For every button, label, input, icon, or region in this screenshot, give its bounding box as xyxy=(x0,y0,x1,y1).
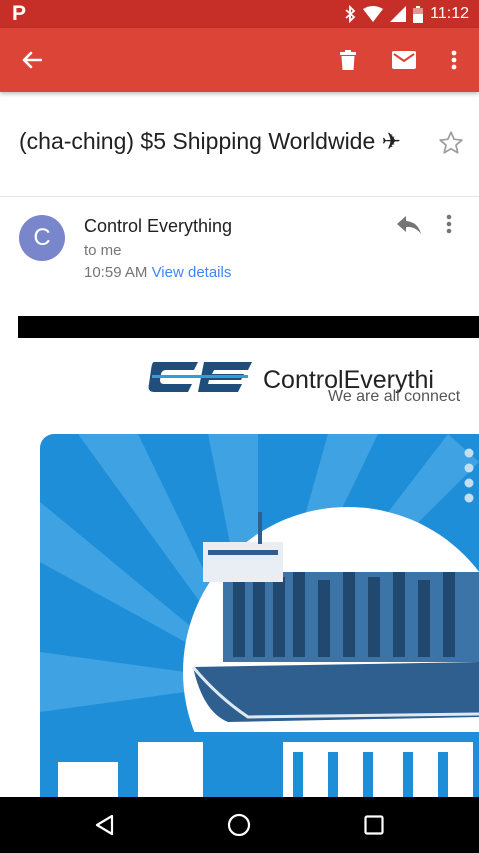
view-details-link[interactable]: View details xyxy=(152,264,232,281)
email-time-line: 10:59 AM View details xyxy=(84,264,231,281)
nav-back-icon xyxy=(95,814,114,836)
nav-home-button[interactable] xyxy=(219,797,259,853)
message-more-button[interactable] xyxy=(446,214,452,239)
nav-back-button[interactable] xyxy=(84,797,124,853)
more-vertical-icon xyxy=(446,214,452,234)
back-button[interactable] xyxy=(14,28,50,92)
arrow-left-icon xyxy=(22,51,42,69)
divider xyxy=(0,196,479,197)
reply-icon xyxy=(397,216,421,234)
signal-icon xyxy=(390,6,407,22)
sender-name: Control Everything xyxy=(84,216,233,236)
ce-logo-icon xyxy=(148,362,252,392)
email-subject: (cha-ching) $5 Shipping Worldwide ✈ xyxy=(19,128,401,154)
star-icon xyxy=(439,131,463,154)
battery-icon xyxy=(413,5,424,23)
nav-home-icon xyxy=(227,813,251,837)
promo-banner[interactable] xyxy=(18,422,479,797)
bluetooth-icon xyxy=(345,5,356,23)
status-bar: P 11:12 xyxy=(0,0,479,28)
app-notification-icon: P xyxy=(12,2,27,25)
star-button[interactable] xyxy=(438,130,464,161)
status-time: 11:12 xyxy=(430,5,469,22)
mark-unread-button[interactable] xyxy=(386,28,422,92)
nav-recents-icon xyxy=(364,815,384,835)
envelope-icon xyxy=(392,51,416,69)
delete-button[interactable] xyxy=(330,28,366,92)
nav-recents-button[interactable] xyxy=(354,797,394,853)
reply-button[interactable] xyxy=(396,214,422,241)
recipient-label: to me xyxy=(84,242,122,259)
navigation-bar xyxy=(0,797,479,853)
trash-icon xyxy=(340,50,356,70)
promo-banner-image xyxy=(40,434,479,797)
sender-avatar[interactable]: C xyxy=(19,215,65,261)
brand-tagline: We are all connect xyxy=(328,388,461,405)
brand-logo-area: ControlEverythi We are all connect xyxy=(18,338,479,422)
email-time: 10:59 AM xyxy=(84,264,148,281)
more-options-button[interactable] xyxy=(442,28,466,92)
wifi-icon xyxy=(363,6,384,22)
app-bar xyxy=(0,28,479,92)
more-vertical-icon xyxy=(451,50,457,70)
email-header-bar xyxy=(18,316,479,338)
